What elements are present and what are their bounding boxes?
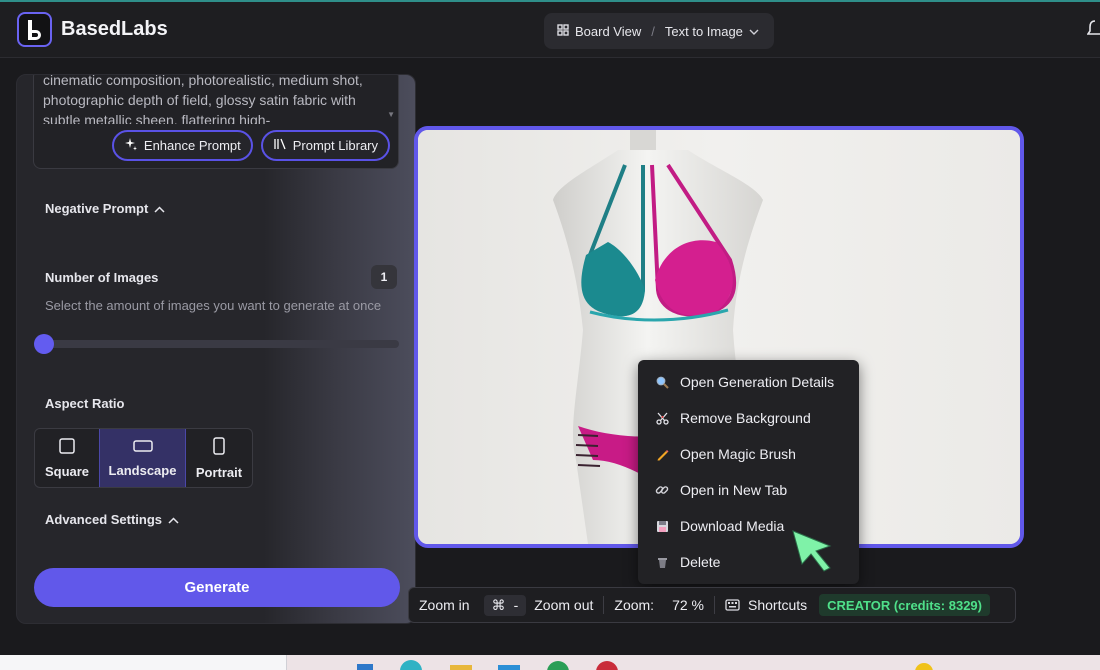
aspect-landscape-option[interactable]: Landscape	[99, 429, 186, 487]
zoom-in-button[interactable]: Zoom in	[419, 597, 470, 613]
mode-dropdown[interactable]: Text to Image	[665, 24, 743, 39]
negative-prompt-toggle[interactable]: Negative Prompt	[45, 201, 165, 216]
command-key-icon: ⌘	[491, 596, 506, 613]
scissors-icon	[655, 411, 669, 425]
square-icon	[59, 437, 75, 457]
number-of-images-hint: Select the amount of images you want to …	[45, 298, 382, 313]
prompt-library-button[interactable]: Prompt Library	[260, 130, 390, 161]
menu-item-label: Open Magic Brush	[680, 446, 796, 462]
os-taskbar	[0, 655, 1100, 670]
taskbar-app-tray	[287, 655, 1100, 670]
chevron-up-icon	[168, 512, 179, 527]
top-bar: BasedLabs Board View / Text to Image	[0, 0, 1100, 58]
menu-item-label: Download Media	[680, 518, 785, 534]
chevron-down-icon[interactable]	[749, 24, 759, 39]
aspect-landscape-label: Landscape	[108, 462, 177, 478]
portrait-icon	[213, 436, 225, 458]
library-books-icon	[273, 138, 287, 153]
magnifier-icon	[655, 375, 669, 389]
keyboard-icon	[725, 599, 740, 611]
menu-item-open-in-new-tab[interactable]: Open in New Tab	[638, 472, 859, 508]
menu-item-open-magic-brush[interactable]: Open Magic Brush	[638, 436, 859, 472]
menu-item-label: Open Generation Details	[680, 374, 835, 390]
app-name[interactable]: BasedLabs	[61, 18, 168, 41]
number-of-images-label: Number of Images	[45, 270, 159, 285]
notification-bell-icon[interactable]	[1086, 19, 1100, 44]
mouse-cursor-icon	[790, 528, 836, 577]
advanced-settings-toggle[interactable]: Advanced Settings	[45, 512, 179, 527]
menu-item-label: Open in New Tab	[680, 482, 788, 498]
negative-prompt-label: Negative Prompt	[45, 201, 149, 216]
prompt-text[interactable]: cinematic composition, photorealistic, m…	[43, 75, 388, 124]
canvas-toolbar: Zoom in ⌘ - Zoom out Zoom: 72 % Shortcut…	[408, 587, 1016, 623]
enhance-prompt-button[interactable]: Enhance Prompt	[111, 130, 253, 161]
breadcrumb-separator: /	[651, 23, 655, 39]
aspect-square-label: Square	[44, 463, 90, 479]
link-icon	[655, 483, 669, 497]
aspect-square-option[interactable]: Square	[35, 429, 99, 487]
number-of-images-value: 1	[371, 265, 397, 289]
zoom-value[interactable]: 72 %	[672, 597, 704, 613]
aspect-portrait-option[interactable]: Portrait	[186, 429, 252, 487]
menu-item-label: Delete	[680, 554, 721, 570]
scroll-down-icon[interactable]: ▼	[387, 110, 395, 119]
logo-icon[interactable]	[17, 12, 52, 47]
zoom-out-shortcut: ⌘ -	[483, 594, 527, 616]
breadcrumb: Board View / Text to Image	[544, 13, 774, 49]
settings-panel: cinematic composition, photorealistic, m…	[16, 74, 416, 624]
prompt-textarea[interactable]: cinematic composition, photorealistic, m…	[33, 75, 399, 169]
board-view-link[interactable]: Board View	[575, 24, 641, 39]
zoom-out-button[interactable]: Zoom out	[534, 597, 593, 613]
menu-item-label: Remove Background	[680, 410, 811, 426]
chevron-up-icon	[154, 201, 165, 216]
credits-badge: CREATOR (credits: 8329)	[819, 594, 990, 616]
minus-key: -	[513, 597, 519, 613]
menu-item-open-generation-details[interactable]: Open Generation Details	[638, 364, 859, 400]
pencil-icon	[655, 447, 669, 461]
slider-thumb[interactable]	[34, 334, 54, 354]
advanced-settings-label: Advanced Settings	[45, 512, 163, 527]
floppy-disk-icon	[655, 519, 669, 533]
trash-icon	[655, 555, 669, 569]
shortcuts-button[interactable]: Shortcuts	[748, 597, 807, 613]
aspect-ratio-label: Aspect Ratio	[45, 396, 125, 411]
board-grid-icon	[557, 23, 569, 39]
app-window: BasedLabs Board View / Text to Image cin…	[0, 0, 1100, 670]
zoom-label: Zoom:	[614, 597, 655, 613]
taskbar-icons[interactable]	[287, 655, 1100, 670]
number-of-images-slider[interactable]	[43, 340, 399, 348]
aspect-portrait-label: Portrait	[195, 464, 243, 480]
landscape-icon	[132, 439, 153, 456]
sparkle-icon	[124, 137, 138, 154]
prompt-library-label: Prompt Library	[292, 138, 378, 153]
toolbar-divider	[714, 596, 715, 614]
generate-button[interactable]: Generate	[34, 568, 400, 607]
aspect-ratio-selector: Square Landscape Portrait	[34, 428, 253, 488]
taskbar-search-box[interactable]	[0, 655, 287, 670]
enhance-prompt-label: Enhance Prompt	[143, 138, 241, 153]
menu-item-remove-background[interactable]: Remove Background	[638, 400, 859, 436]
toolbar-divider	[603, 596, 605, 614]
